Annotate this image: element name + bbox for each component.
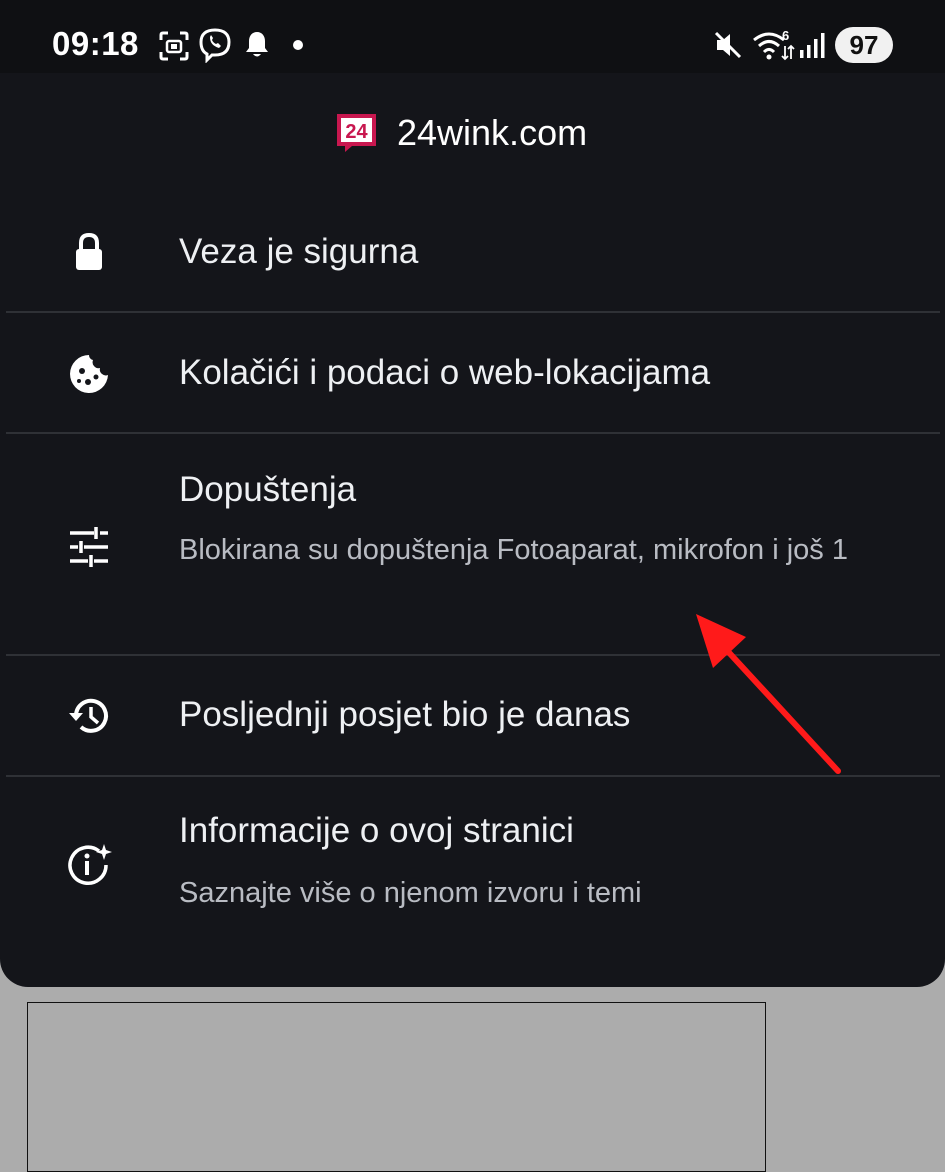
dot-icon xyxy=(293,40,303,50)
menu-item-connection-secure[interactable]: Veza je sigurna xyxy=(0,193,945,310)
mute-icon xyxy=(714,31,742,59)
bell-icon xyxy=(246,32,268,57)
screenshot-icon xyxy=(159,31,189,61)
lock-icon xyxy=(76,232,102,270)
menu-item-subtitle: Blokirana su dopuštenja Fotoaparat, mikr… xyxy=(179,534,848,566)
menu-item-permissions[interactable]: Dopuštenja Blokirana su dopuštenja Fotoa… xyxy=(0,434,945,654)
svg-text:6: 6 xyxy=(782,28,789,43)
site-header: 24 24wink.com xyxy=(0,109,945,157)
menu-item-title: Informacije o ovoj stranici xyxy=(179,811,574,850)
menu-item-page-info[interactable]: Informacije o ovoj stranici Saznajte viš… xyxy=(0,777,945,937)
status-time: 09:18 xyxy=(52,25,139,62)
signal-icon xyxy=(800,33,825,58)
cookie-icon xyxy=(70,355,108,393)
page-info-sheet: 24 24wink.com Veza je sigurna Kolačići i… xyxy=(0,73,945,987)
menu-item-title: Posljednji posjet bio je danas xyxy=(179,695,631,734)
site-logo-text: 24 xyxy=(345,121,368,143)
menu-item-cookies[interactable]: Kolačići i podaci o web-lokacijama xyxy=(0,313,945,433)
battery-icon: 97 xyxy=(835,27,893,63)
page-content-frame xyxy=(27,1002,766,1172)
info-sparkle-icon xyxy=(68,844,112,885)
site-logo: 24 xyxy=(337,114,376,152)
menu-item-subtitle: Saznajte više o njenom izvoru i temi xyxy=(179,877,642,909)
tune-icon xyxy=(70,527,108,567)
menu-item-title: Veza je sigurna xyxy=(179,232,419,271)
menu-item-title: Kolačići i podaci o web-lokacijama xyxy=(179,353,711,392)
menu-item-last-visit[interactable]: Posljednji posjet bio je danas xyxy=(0,656,945,775)
viber-icon xyxy=(199,28,231,63)
history-icon xyxy=(69,698,108,733)
site-name: 24wink.com xyxy=(397,112,588,153)
wifi-6-icon: 6 xyxy=(753,28,795,61)
menu-item-title: Dopuštenja xyxy=(179,470,357,509)
status-bar: 09:18 6 97 xyxy=(0,0,945,73)
